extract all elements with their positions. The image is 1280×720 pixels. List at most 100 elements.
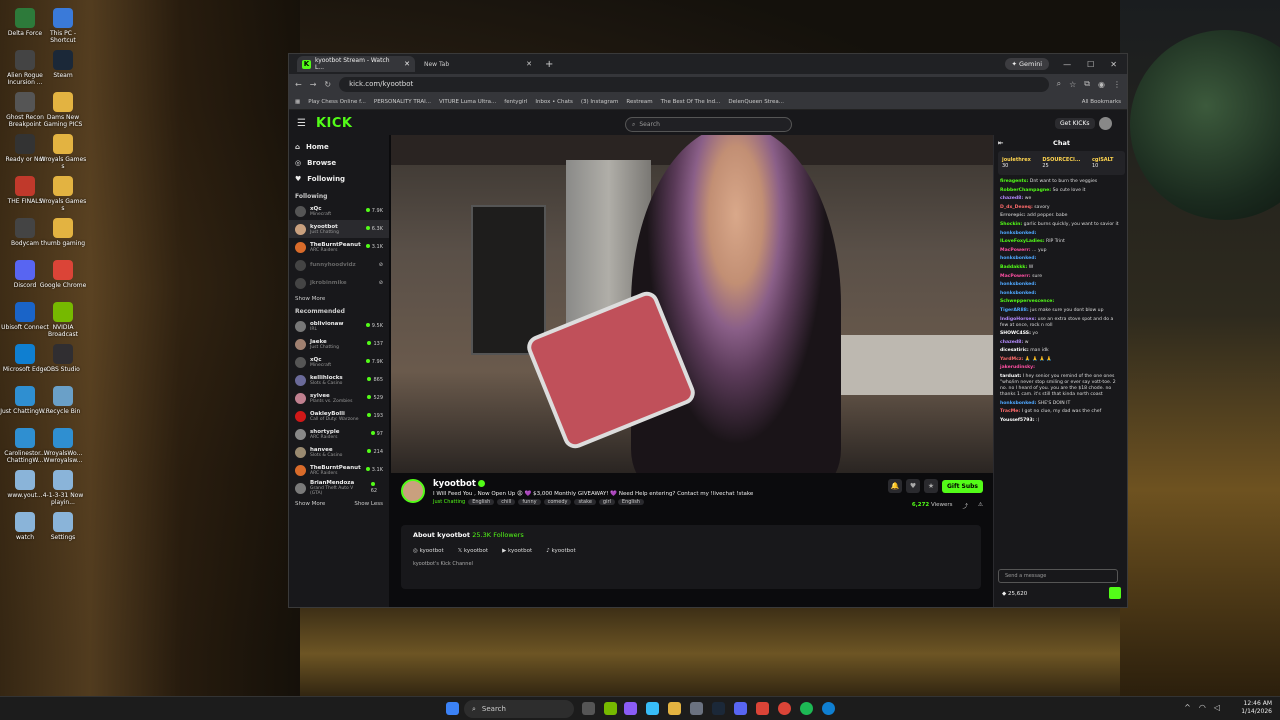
social-link[interactable]: ♪ kyootbot bbox=[546, 548, 575, 554]
desktop-icon[interactable]: Settings bbox=[38, 512, 88, 541]
channel-item[interactable]: BrianMendoza Grand Theft Auto V (GTA) 62 bbox=[295, 479, 383, 497]
app-icon[interactable] bbox=[646, 702, 659, 715]
chat-username[interactable]: ILoveFoxyLadies: bbox=[1000, 239, 1045, 244]
tag-chip[interactable]: English bbox=[468, 499, 495, 505]
app-icon[interactable] bbox=[690, 702, 703, 715]
spotify-icon[interactable] bbox=[800, 702, 813, 715]
tag-chip[interactable]: comedy bbox=[543, 499, 572, 505]
extensions-icon[interactable]: ⧉ bbox=[1084, 79, 1090, 89]
nvidia-icon[interactable] bbox=[604, 702, 617, 715]
start-icon[interactable] bbox=[446, 702, 459, 715]
app-icon[interactable] bbox=[756, 702, 769, 715]
chat-username[interactable]: Errorepic: bbox=[1000, 213, 1026, 218]
chat-username[interactable]: honksbonked: bbox=[1000, 291, 1036, 296]
zoom-icon[interactable]: ⌕ bbox=[1057, 79, 1061, 89]
desktop-icon[interactable]: Wroyals Games s bbox=[38, 134, 88, 170]
steam-icon[interactable] bbox=[712, 702, 725, 715]
minimize-icon[interactable]: — bbox=[1063, 60, 1071, 69]
chat-username[interactable]: RobberChampagne: bbox=[1000, 188, 1051, 193]
chat-username[interactable]: Schweppervescence: bbox=[1000, 299, 1054, 304]
channel-item[interactable]: xQc Minecraft 7.9K bbox=[295, 353, 383, 371]
leaderboard-entry[interactable]: DSOURCECI... 25 bbox=[1042, 157, 1088, 169]
desktop-icon[interactable]: NVIDIA Broadcast bbox=[38, 302, 88, 338]
collapse-chat-icon[interactable]: ⇤ bbox=[998, 135, 1003, 151]
chat-username[interactable]: TracMe: bbox=[1000, 409, 1020, 414]
bookmark-item[interactable]: VITURE Luma Ultra... bbox=[439, 99, 496, 105]
hamburger-icon[interactable]: ☰ bbox=[297, 118, 306, 129]
chat-username[interactable]: dicesatiric: bbox=[1000, 348, 1029, 353]
chat-username[interactable]: honksbonked: bbox=[1000, 231, 1036, 236]
desktop-icon[interactable]: Dams New Gaming PICS bbox=[38, 92, 88, 128]
nav-item-browse[interactable]: ◎ Browse bbox=[295, 155, 383, 171]
all-bookmarks[interactable]: All Bookmarks bbox=[1082, 99, 1121, 105]
gift-icon[interactable]: ★ bbox=[923, 479, 938, 493]
chat-username[interactable]: Shockin: bbox=[1000, 222, 1022, 227]
share-icon[interactable]: ⤴ bbox=[963, 502, 969, 510]
file-explorer-icon[interactable] bbox=[668, 702, 681, 715]
chat-username[interactable]: honksbonked: bbox=[1000, 401, 1036, 406]
bookmark-item[interactable]: fentygirl bbox=[504, 99, 527, 105]
bookmark-item[interactable]: (3) Instagram bbox=[581, 99, 619, 105]
notification-bell-icon[interactable]: 🔔 bbox=[887, 479, 902, 493]
reload-icon[interactable]: ↻ bbox=[324, 80, 331, 89]
chat-username[interactable]: honksbonked: bbox=[1000, 282, 1036, 287]
leaderboard-entry[interactable]: cgiSALT 10 bbox=[1092, 157, 1121, 169]
chat-username[interactable]: Baddakkk: bbox=[1000, 265, 1027, 270]
chat-username[interactable]: Youssef5793: bbox=[1000, 418, 1035, 423]
channel-item[interactable]: kellihlocks Slots & Casino 865 bbox=[295, 371, 383, 389]
channel-item[interactable]: shortyple ARC Raiders 97 bbox=[295, 425, 383, 443]
bookmark-item[interactable]: Restream bbox=[626, 99, 652, 105]
tag-chip[interactable]: stake bbox=[574, 499, 596, 505]
channel-item[interactable]: oblivionaw IRL 9.5K bbox=[295, 317, 383, 335]
show-more-following[interactable]: Show More bbox=[295, 296, 383, 302]
profile-icon[interactable]: ◉ bbox=[1098, 80, 1105, 89]
leaderboard-entry[interactable]: joulethrex 30 bbox=[1002, 157, 1038, 169]
chevron-up-icon[interactable]: ^ bbox=[1184, 703, 1191, 712]
tag-chip[interactable]: chill bbox=[497, 499, 516, 505]
channel-item[interactable]: Jaeke Just Chatting 137 bbox=[295, 335, 383, 353]
channel-item[interactable]: OakleyBolli Call of Duty: Warzone 193 bbox=[295, 407, 383, 425]
chat-send-button[interactable] bbox=[1109, 587, 1121, 599]
chat-username[interactable]: fireagents: bbox=[1000, 179, 1028, 184]
channel-item[interactable]: jkrobinmike ⊘ bbox=[295, 274, 383, 292]
gift-subs-button[interactable]: Gift Subs bbox=[941, 479, 983, 493]
tab-kyootbot[interactable]: K kyootbot Stream - Watch L... ✕ bbox=[297, 56, 415, 72]
social-link[interactable]: ◎ kyootbot bbox=[413, 548, 444, 554]
channel-item[interactable]: hanvee Slots & Casino 214 bbox=[295, 443, 383, 461]
chat-username[interactable]: MacPowerr: bbox=[1000, 274, 1031, 279]
chat-input[interactable]: Send a message bbox=[998, 569, 1118, 583]
chat-username[interactable]: honksbonked: bbox=[1000, 256, 1036, 261]
chat-username[interactable]: IndigoHorsex: bbox=[1000, 317, 1036, 322]
chat-username[interactable]: jakerudinsky: bbox=[1000, 365, 1035, 370]
forward-icon[interactable]: → bbox=[310, 80, 317, 89]
menu-dots-icon[interactable]: ⋮ bbox=[1113, 80, 1121, 89]
wifi-icon[interactable]: ◠ bbox=[1199, 703, 1206, 712]
channel-avatar[interactable] bbox=[401, 479, 425, 503]
follow-heart-icon[interactable]: ♥ bbox=[905, 479, 920, 493]
apps-grid-icon[interactable]: ▦ bbox=[295, 99, 300, 105]
edge-icon[interactable] bbox=[822, 702, 835, 715]
bookmark-star-icon[interactable]: ☆ bbox=[1069, 80, 1076, 89]
desktop-icon[interactable]: Recycle Bin bbox=[38, 386, 88, 415]
chat-username[interactable]: MacPowerr: bbox=[1000, 248, 1031, 253]
channel-name[interactable]: kyootbot bbox=[433, 479, 476, 489]
social-link[interactable]: 𝕏 kyootbot bbox=[458, 548, 488, 554]
maximize-icon[interactable]: ☐ bbox=[1087, 60, 1094, 69]
gemini-button[interactable]: ✦ Gemini bbox=[1004, 58, 1050, 70]
desktop-icon[interactable]: This PC - Shortcut bbox=[38, 8, 88, 44]
get-kicks-button[interactable]: Get KICKs bbox=[1055, 118, 1095, 129]
desktop-icon[interactable]: Steam bbox=[38, 50, 88, 79]
report-icon[interactable]: ⚠ bbox=[978, 502, 983, 510]
channel-item[interactable]: funnyhoodvidz ⊘ bbox=[295, 256, 383, 274]
channel-item[interactable]: xQc Minecraft 7.9K bbox=[295, 202, 383, 220]
task-view-icon[interactable] bbox=[582, 702, 595, 715]
show-more-recommended[interactable]: Show More bbox=[295, 501, 325, 507]
tag-chip[interactable]: English bbox=[617, 499, 644, 505]
desktop-icon[interactable]: WroyalsWo... Wwroyalsw... bbox=[38, 428, 88, 464]
bookmark-item[interactable]: PERSONALITY TRAI... bbox=[374, 99, 431, 105]
channel-item[interactable]: TheBurntPeanut ARC Raiders 3.1K bbox=[295, 461, 383, 479]
kick-logo[interactable]: KICK bbox=[316, 116, 353, 131]
channel-item[interactable]: kyootbot Just Chatting 6.3K bbox=[289, 220, 389, 238]
kick-search-input[interactable]: ⌕ Search bbox=[625, 117, 792, 132]
tag-chip[interactable]: funny bbox=[518, 499, 541, 505]
